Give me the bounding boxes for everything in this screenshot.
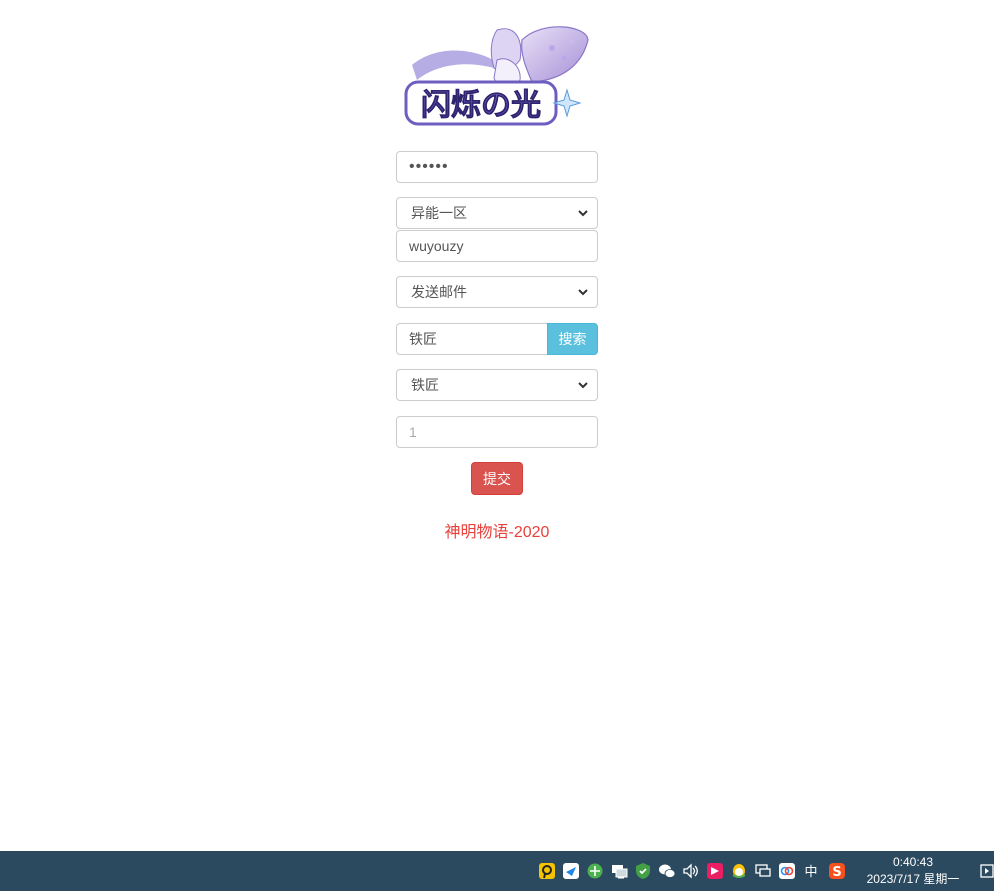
volume-icon[interactable] (682, 862, 700, 880)
network-display-icon[interactable] (610, 862, 628, 880)
item-select[interactable]: 铁匠 (396, 369, 598, 401)
pin-app-icon[interactable] (538, 862, 556, 880)
ime-icon[interactable]: 中 (802, 862, 820, 880)
password-input[interactable]: •••••• (396, 151, 598, 183)
logo-text: 闪烁の光 (421, 88, 541, 123)
clock-date: 2023/7/17 星期一 (866, 872, 960, 886)
game-logo: 闪烁の光 (404, 26, 589, 126)
chevron-down-icon (578, 382, 588, 389)
clock-time: 0:40:43 (892, 855, 934, 869)
item-search-input[interactable]: 铁匠 (396, 323, 547, 355)
red-app-icon[interactable] (706, 862, 724, 880)
qq-icon[interactable] (730, 862, 748, 880)
taskbar: 中 S 0:40:43 2023/7/17 星期一 (0, 851, 994, 891)
chevron-down-icon (578, 210, 588, 217)
quantity-placeholder: 1 (409, 424, 417, 440)
chevron-down-icon (578, 289, 588, 296)
account-value: wuyouzy (409, 238, 464, 254)
notification-icon[interactable] (980, 864, 994, 878)
feishu-icon[interactable] (562, 862, 580, 880)
action-select-value: 发送邮件 (411, 284, 467, 300)
sogou-label: S (832, 865, 841, 880)
item-search-value: 铁匠 (409, 331, 437, 347)
network-icon[interactable] (754, 862, 772, 880)
action-select[interactable]: 发送邮件 (396, 276, 598, 308)
submit-button[interactable]: 提交 (471, 462, 523, 495)
page: 闪烁の光 •••••• 异能一区 wuyouzy 发送邮件 铁匠 搜索 铁匠 1… (0, 0, 994, 891)
baidu-netdisk-icon[interactable] (778, 862, 796, 880)
sogou-icon[interactable]: S (828, 862, 846, 880)
browser-icon[interactable] (586, 862, 604, 880)
item-select-value: 铁匠 (411, 377, 439, 393)
item-search-group: 铁匠 搜索 (396, 323, 598, 355)
wechat-icon[interactable] (658, 862, 676, 880)
account-input[interactable]: wuyouzy (396, 230, 598, 262)
password-value: •••••• (409, 158, 449, 175)
search-button[interactable]: 搜索 (547, 323, 598, 355)
footer-text: 神明物语-2020 (444, 524, 550, 541)
security-shield-icon[interactable] (634, 862, 652, 880)
server-select-value: 异能一区 (411, 205, 467, 221)
server-select[interactable]: 异能一区 (396, 197, 598, 229)
quantity-input[interactable]: 1 (396, 416, 598, 448)
taskbar-clock[interactable]: 0:40:43 2023/7/17 星期一 (856, 854, 970, 888)
